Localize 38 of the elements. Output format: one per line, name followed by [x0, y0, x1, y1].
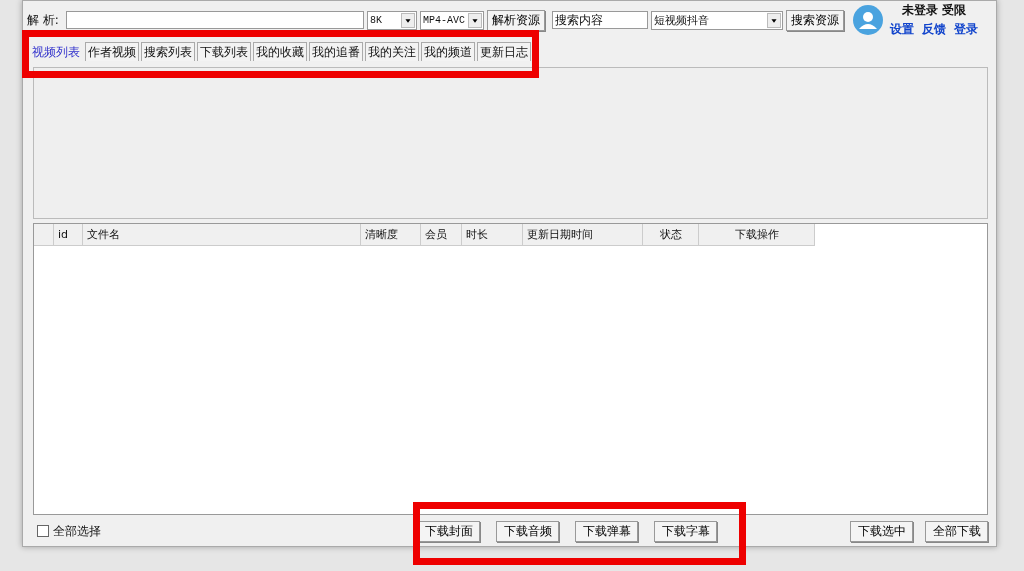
download-button[interactable]: 下载封面	[417, 520, 480, 542]
header-cell	[34, 224, 54, 246]
tab[interactable]: 更新日志	[477, 42, 531, 61]
account-link[interactable]: 反馈	[922, 21, 946, 38]
tab[interactable]: 我的关注	[365, 42, 419, 61]
parse-button[interactable]: 解析资源	[487, 9, 545, 31]
column-header[interactable]: 会员	[421, 224, 462, 246]
column-header[interactable]: 清晰度	[361, 224, 421, 246]
tab[interactable]: 我的收藏	[253, 42, 307, 61]
select-all-label[interactable]: 全部选择	[53, 522, 101, 540]
tab[interactable]: 下载列表	[197, 42, 251, 61]
format-dropdown[interactable]: MP4-AVC	[420, 10, 484, 30]
avatar-icon	[853, 5, 883, 35]
parse-label: 解 析:	[27, 11, 60, 29]
account-link[interactable]: 登录	[954, 21, 978, 38]
download-button[interactable]: 下载字幕	[654, 520, 717, 542]
platform-dropdown[interactable]: 短视频抖音	[651, 10, 783, 30]
checkbox[interactable]	[37, 525, 49, 537]
column-header[interactable]: 文件名	[83, 224, 361, 246]
tab[interactable]: 我的频道	[421, 42, 475, 61]
download-button[interactable]: 全部下载	[925, 520, 988, 542]
download-button[interactable]: 下载选中	[850, 520, 913, 542]
column-header[interactable]: 时长	[462, 224, 523, 246]
column-header[interactable]: 状态	[643, 224, 699, 246]
account-link[interactable]: 设置	[890, 21, 914, 38]
url-input-field[interactable]	[66, 11, 364, 29]
column-header[interactable]: 更新日期时间	[523, 224, 643, 246]
quality-dropdown[interactable]: 8K	[367, 10, 417, 30]
search-button[interactable]: 搜索资源	[786, 9, 844, 31]
download-button[interactable]: 下载音频	[496, 520, 559, 542]
tab[interactable]: 作者视频	[85, 42, 139, 61]
tab[interactable]: 搜索列表	[141, 42, 195, 61]
download-button[interactable]: 下载弹幕	[575, 520, 638, 542]
column-header[interactable]: id	[54, 224, 83, 246]
tab[interactable]: 我的追番	[309, 42, 363, 61]
column-header[interactable]: 下载操作	[699, 224, 815, 246]
login-status: 未登录 受限	[901, 2, 967, 19]
search-field[interactable]: 搜索内容	[552, 11, 648, 29]
